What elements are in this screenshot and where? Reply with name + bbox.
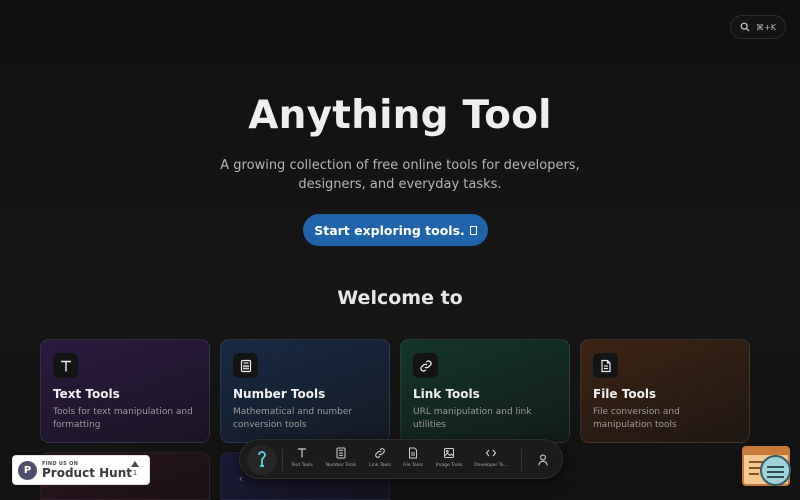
page-title: Anything Tool [248,93,552,138]
calculator-icon [233,353,258,378]
file-icon [409,447,417,459]
search-icon [740,22,750,32]
upvote-number: 1 [132,469,138,477]
dock-item-label: File Tools [402,463,424,468]
card-description: Mathematical and number conversion tools [233,407,353,430]
search-shortcut: ⌘+K [756,22,776,32]
card-file-tools[interactable]: File Tools File conversion and manipulat… [580,339,750,443]
card-text-tools[interactable]: Text Tools Tools for text manipulation a… [40,339,210,443]
bottom-dock: Text Tools Number Tools Link Tools File … [239,439,563,479]
link-icon [375,448,385,458]
welcome-heading: Welcome to [337,287,463,309]
product-hunt-logo-icon: P [18,460,37,480]
card-title: File Tools [593,387,657,401]
card-description: URL manipulation and link utilities [413,407,532,430]
product-hunt-name: Product Hunt [42,465,132,480]
dock-item-label: Link Tools [369,463,391,468]
dock-item-label: Developer To... [474,463,508,468]
dock-item-label: Text Tools [291,463,313,468]
calculator-icon [336,447,346,459]
dock-item-image-tools[interactable]: Image Tools [431,447,467,475]
text-icon [298,448,306,458]
text-icon [53,353,78,378]
card-title: Link Tools [413,387,480,401]
card-link-tools[interactable]: Link Tools URL manipulation and link uti… [400,339,570,443]
chat-widget-icon[interactable] [760,455,791,486]
dock-item-label: Number Tools [325,463,357,468]
product-hunt-badge[interactable]: P FIND US ON Product Hunt 1 [12,455,150,485]
link-icon [413,353,438,378]
image-icon [444,448,454,458]
start-exploring-button[interactable]: Start exploring tools. [303,214,488,246]
upvote-count: 1 [131,461,139,478]
dock-item-developer-tools[interactable]: Developer To... [473,447,509,475]
card-description: File conversion and manipulation tools [593,407,680,430]
logo-icon[interactable] [247,445,277,475]
card-title: Number Tools [233,387,326,401]
dock-item-label: Image Tools [435,463,463,468]
upvote-triangle-icon [131,461,139,467]
dock-item-file-tools[interactable]: File Tools [395,447,431,475]
arrow-icon [469,225,477,235]
hero-subtitle: A growing collection of free online tool… [220,158,580,192]
code-icon [485,449,497,457]
dock-item-link-tools[interactable]: Link Tools [362,447,398,475]
card-number-tools[interactable]: Number Tools Mathematical and number con… [220,339,390,443]
dock-divider [521,449,522,471]
file-icon [593,353,618,378]
user-icon[interactable] [536,453,550,467]
card-title: Text Tools [53,387,120,401]
search-button[interactable]: ⌘+K [730,15,786,39]
dock-item-number-tools[interactable]: Number Tools [323,447,359,475]
card-description: Tools for text manipulation and formatti… [53,407,193,430]
start-exploring-label: Start exploring tools. [314,222,465,238]
dock-divider [282,449,283,471]
dock-item-text-tools[interactable]: Text Tools [284,447,320,475]
